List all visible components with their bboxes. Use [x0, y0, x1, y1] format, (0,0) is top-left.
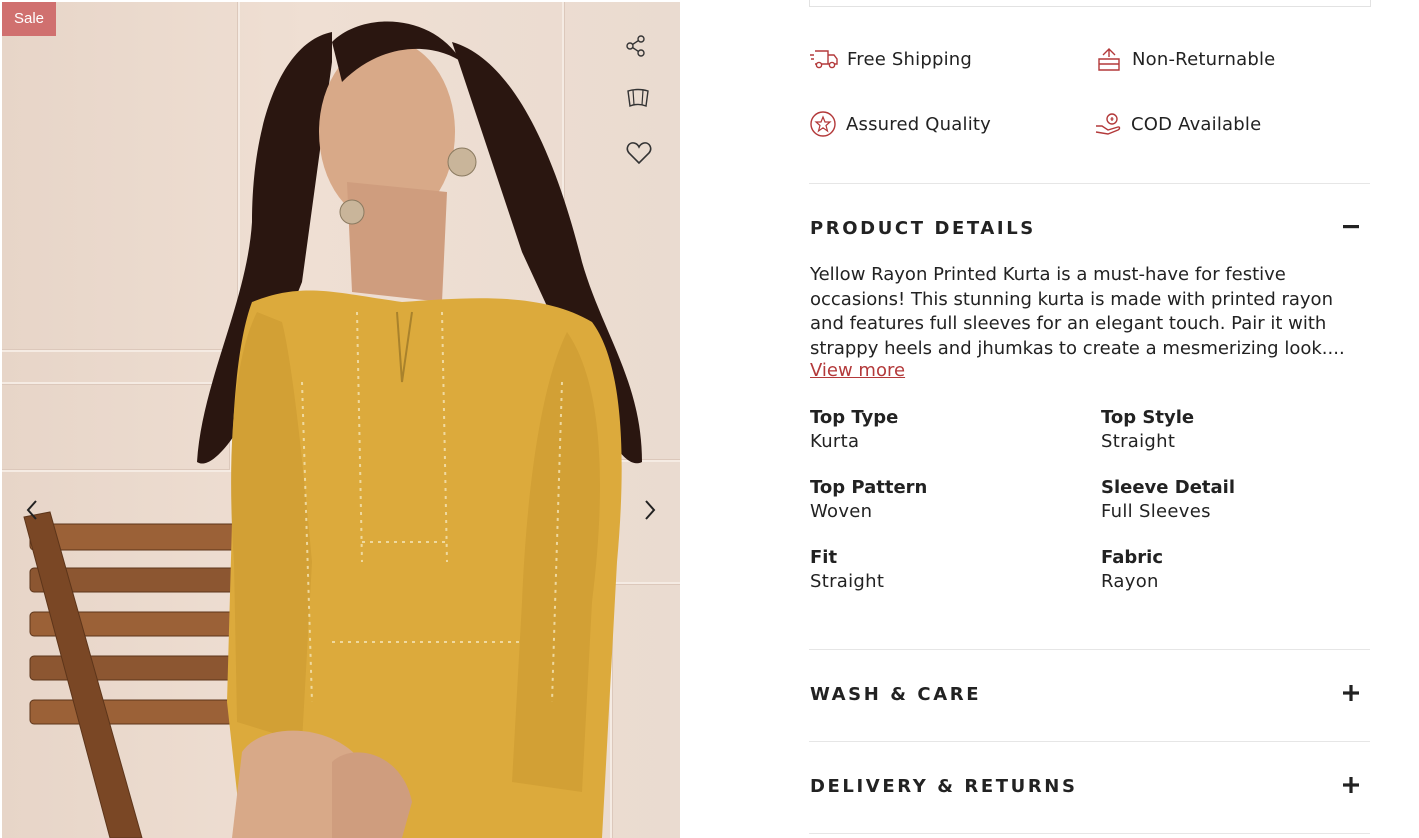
- gallery-prev-button[interactable]: [18, 493, 46, 527]
- section-divider: [809, 741, 1370, 742]
- chevron-left-icon: [26, 500, 37, 520]
- delivery-returns-heading[interactable]: DELIVERY & RETURNS: [810, 776, 1078, 797]
- attribute-top-pattern: Top Pattern Woven: [810, 477, 928, 522]
- product-details-heading[interactable]: PRODUCT DETAILS: [810, 218, 1036, 239]
- attribute-fabric: Fabric Rayon: [1101, 547, 1163, 592]
- feature-free-shipping: Free Shipping: [809, 45, 972, 73]
- attribute-sleeve-detail: Sleeve Detail Full Sleeves: [1101, 477, 1235, 522]
- size-chart-icon[interactable]: [624, 84, 652, 112]
- collapse-minus-icon[interactable]: [1340, 216, 1362, 238]
- wooden-chair: [23, 511, 261, 838]
- wash-care-heading[interactable]: WASH & CARE: [810, 684, 981, 705]
- feature-assured-quality: Assured Quality: [808, 110, 991, 138]
- expand-plus-icon[interactable]: [1340, 682, 1362, 704]
- attribute-top-type: Top Type Kurta: [810, 407, 899, 452]
- view-more-link[interactable]: View more: [810, 360, 905, 381]
- feature-non-returnable: Non-Returnable: [1094, 45, 1275, 73]
- section-divider: [809, 649, 1370, 650]
- attribute-top-style: Top Style Straight: [1101, 407, 1195, 452]
- gallery-next-button[interactable]: [636, 493, 664, 527]
- size-selector-box: [809, 0, 1371, 7]
- quality-star-icon: [808, 110, 838, 138]
- section-divider: [809, 833, 1370, 834]
- expand-plus-icon[interactable]: [1340, 774, 1362, 796]
- sale-badge: Sale: [2, 2, 56, 36]
- chevron-right-icon: [645, 500, 656, 520]
- section-divider: [809, 183, 1370, 184]
- product-image-gallery[interactable]: Sale: [2, 2, 680, 838]
- cash-hand-icon: [1093, 110, 1123, 138]
- feature-cod-available: COD Available: [1093, 110, 1261, 138]
- return-box-icon: [1094, 45, 1124, 73]
- share-icon[interactable]: [622, 32, 650, 60]
- delivery-truck-icon: [809, 45, 839, 73]
- product-photo: [23, 21, 642, 838]
- wishlist-heart-icon[interactable]: [625, 139, 653, 167]
- product-description: Yellow Rayon Printed Kurta is a must-hav…: [810, 264, 1345, 359]
- attribute-fit: Fit Straight: [810, 547, 885, 592]
